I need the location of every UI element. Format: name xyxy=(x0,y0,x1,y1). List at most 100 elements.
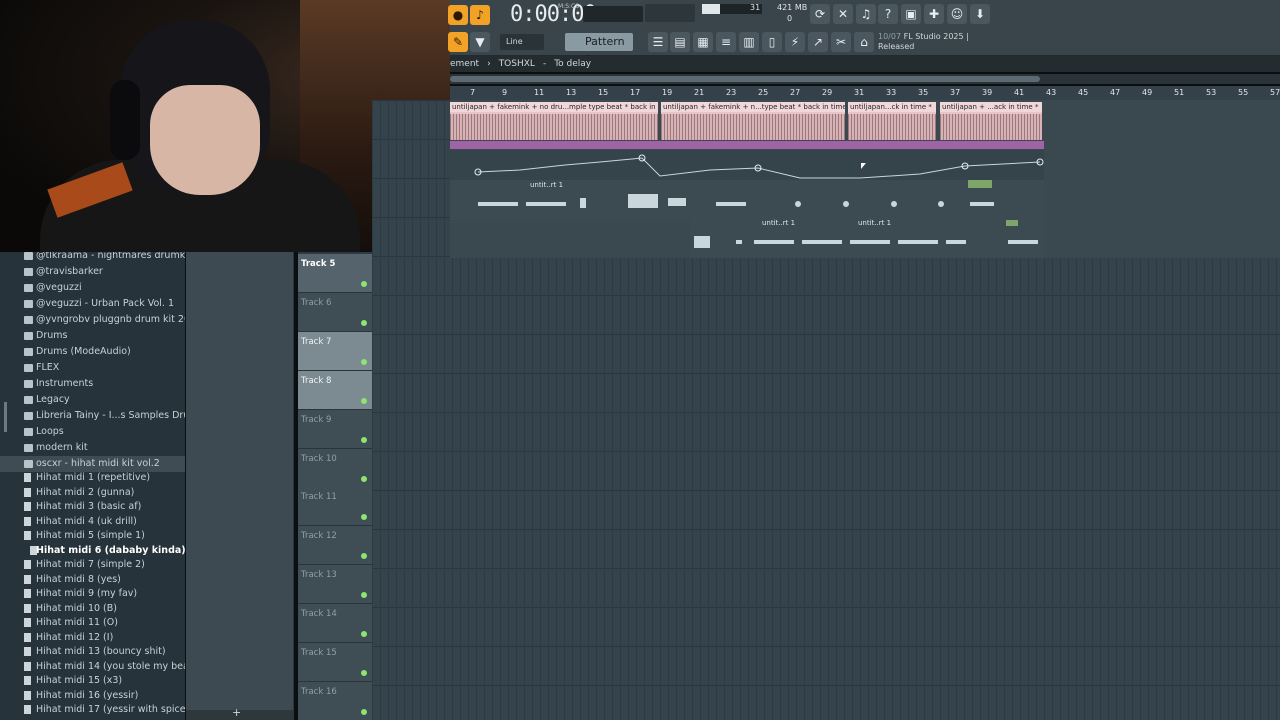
ruler-bar-number: 55 xyxy=(1238,88,1249,97)
pattern-selector[interactable]: Pattern 1 xyxy=(565,33,633,66)
draw-tool-icon[interactable]: ✎ xyxy=(448,32,468,52)
browser-folder[interactable]: Legacy xyxy=(0,392,185,408)
automation-clip[interactable] xyxy=(450,150,1044,180)
oscilloscope xyxy=(645,4,695,22)
stamp-icon[interactable]: ▼ xyxy=(470,32,490,52)
track-name: Track 8 xyxy=(301,375,332,386)
project-name[interactable]: TOSHXL xyxy=(499,59,535,69)
mixer-icon[interactable]: ≡ xyxy=(716,32,736,52)
song-mode-icon[interactable]: ♪ xyxy=(470,5,490,25)
download-icon[interactable]: ⬇ xyxy=(970,4,990,24)
playlist-icon[interactable]: ☰ xyxy=(648,32,668,52)
track-mute-led[interactable] xyxy=(361,436,367,443)
browser-folder[interactable]: @tlkraama - nightmares drumkit xyxy=(0,252,185,264)
track-mute-led[interactable] xyxy=(361,553,367,560)
wait-icon[interactable]: ✕ xyxy=(833,4,853,24)
ruler-bar-number: 27 xyxy=(790,88,801,97)
save-icon[interactable]: ▣ xyxy=(901,4,921,24)
audio-clip[interactable]: untiljapan...ck in time * xyxy=(848,102,936,140)
track-mute-led[interactable] xyxy=(361,475,367,482)
help-icon[interactable]: ? xyxy=(878,4,898,24)
ruler-bar-number: 21 xyxy=(694,88,705,97)
folder-icon xyxy=(24,380,33,388)
browser-folder[interactable]: @veguzzi xyxy=(0,280,185,296)
pattern-clip-label: untit..rt 1 xyxy=(762,219,796,227)
browser-folder[interactable]: modern kit xyxy=(0,440,185,456)
browser-folder[interactable]: @travisbarker xyxy=(0,264,185,280)
track-mute-led[interactable] xyxy=(361,670,367,676)
track-name: Track 13 xyxy=(301,570,337,581)
browser-folder[interactable]: FLEX xyxy=(0,360,185,376)
browser-item-label: Legacy xyxy=(36,394,70,405)
track-header[interactable]: Track 14 xyxy=(298,604,372,644)
webcam-person-face xyxy=(150,85,260,195)
pattern-clips-row[interactable]: untit..rt 1 xyxy=(450,180,1044,220)
pattern-clips-row-2[interactable]: untit..rt 1 untit..rt 1 xyxy=(690,218,1044,258)
browser-folder[interactable]: Drums xyxy=(0,328,185,344)
master-volume-slider[interactable] xyxy=(583,6,643,22)
browser-folder[interactable]: @yvngrobv pluggnb drum kit 2021 xyxy=(0,312,185,328)
track-mute-led[interactable] xyxy=(361,631,367,638)
track-name: Track 16 xyxy=(301,686,337,697)
track-mute-led[interactable] xyxy=(361,319,367,326)
track-header[interactable]: Track 9 xyxy=(298,409,372,449)
track-header[interactable]: Track 16 xyxy=(298,681,372,720)
add-icon[interactable]: + xyxy=(232,706,241,719)
audio-clip[interactable]: untiljapan + ...ack in time * xyxy=(940,102,1042,140)
ruler-bar-number: 7 xyxy=(470,88,476,97)
browser-folder[interactable]: Instruments xyxy=(0,376,185,392)
audio-clip[interactable]: untiljapan + fakemink + n...type beat * … xyxy=(661,102,845,140)
mic-icon[interactable]: ♫ xyxy=(856,4,876,24)
ruler-bar-number: 31 xyxy=(854,88,865,97)
browser-file[interactable]: Hihat midi 17 (yessir with spice) xyxy=(0,702,185,718)
track-mute-led[interactable] xyxy=(361,358,367,365)
browser-folder[interactable]: Libreria Tainy - I...s Samples Drum Kit xyxy=(0,408,185,424)
record-icon[interactable]: ● xyxy=(448,5,468,25)
news-title: FL Studio 2025 | xyxy=(903,32,969,41)
file-icon xyxy=(24,589,31,598)
file-browser[interactable]: @tlkraama - nightmares drumkit @travisbar… xyxy=(0,252,185,720)
track-name: Track 12 xyxy=(301,531,337,542)
horizontal-scrollbar[interactable] xyxy=(450,74,1280,84)
channel-rack-icon[interactable]: ▦ xyxy=(693,32,713,52)
track-mute-led[interactable] xyxy=(361,397,367,404)
browser-folder[interactable]: @veguzzi - Urban Pack Vol. 1 xyxy=(0,296,185,312)
file-icon[interactable]: ▯ xyxy=(762,32,782,52)
shop-icon[interactable]: ⌂ xyxy=(854,32,874,52)
track-header[interactable]: Track 8 xyxy=(298,370,372,410)
ruler-bar-number: 41 xyxy=(1014,88,1025,97)
track-header[interactable]: Track 5 xyxy=(298,254,372,293)
track-header[interactable]: Track 6 xyxy=(298,292,372,332)
snap-selector[interactable]: Line xyxy=(500,34,544,50)
plug-icon[interactable]: ⚡ xyxy=(785,32,805,52)
news-hint[interactable]: 10/07 FL Studio 2025 | Released xyxy=(878,32,988,52)
fl-studio-window: ● ♪ 0:00:00 M:S:CS 31 421 MB 0 ⟳ ✕ ♫ ? ▣… xyxy=(0,0,1280,720)
track-mute-led[interactable] xyxy=(361,592,367,599)
ruler-bar-number: 43 xyxy=(1046,88,1057,97)
timeline-ruler[interactable]: 7 9 11 13 15 17 19 21 23 25 27 29 31 33 35 37 39 41 43 45 47… xyxy=(450,86,1280,100)
scrollbar-thumb[interactable] xyxy=(450,76,1040,82)
track-mute-led[interactable] xyxy=(361,514,367,521)
track-header[interactable]: Track 11 xyxy=(298,487,372,527)
track-mute-led[interactable] xyxy=(361,281,367,287)
ruler-bar-number: 11 xyxy=(534,88,545,97)
automation-strip[interactable] xyxy=(450,141,1044,149)
track-header[interactable]: Track 7 xyxy=(298,331,372,371)
file-icon xyxy=(24,516,31,526)
track-header[interactable]: Track 15 xyxy=(298,643,372,682)
browser-folder[interactable]: Loops xyxy=(0,424,185,440)
track-header[interactable]: Track 10 xyxy=(298,448,372,488)
track-header[interactable]: Track 12 xyxy=(298,526,372,566)
piano-roll-icon[interactable]: ▤ xyxy=(670,32,690,52)
track-header[interactable]: Track 13 xyxy=(298,565,372,605)
plugin-icon[interactable]: ✚ xyxy=(924,4,944,24)
metronome-icon[interactable]: ⟳ xyxy=(810,4,830,24)
chat-icon[interactable]: ☺ xyxy=(947,4,967,24)
ruler-bar-number: 19 xyxy=(662,88,673,97)
browser-folder[interactable]: Drums (ModeAudio) xyxy=(0,344,185,360)
track-mute-led[interactable] xyxy=(361,708,367,715)
link-icon[interactable]: ✂ xyxy=(831,32,851,52)
browser-icon[interactable]: ▥ xyxy=(739,32,759,52)
audio-clip[interactable]: untiljapan + fakemink + no dru...mple ty… xyxy=(450,102,658,140)
tempo-icon[interactable]: ↗ xyxy=(808,32,828,52)
